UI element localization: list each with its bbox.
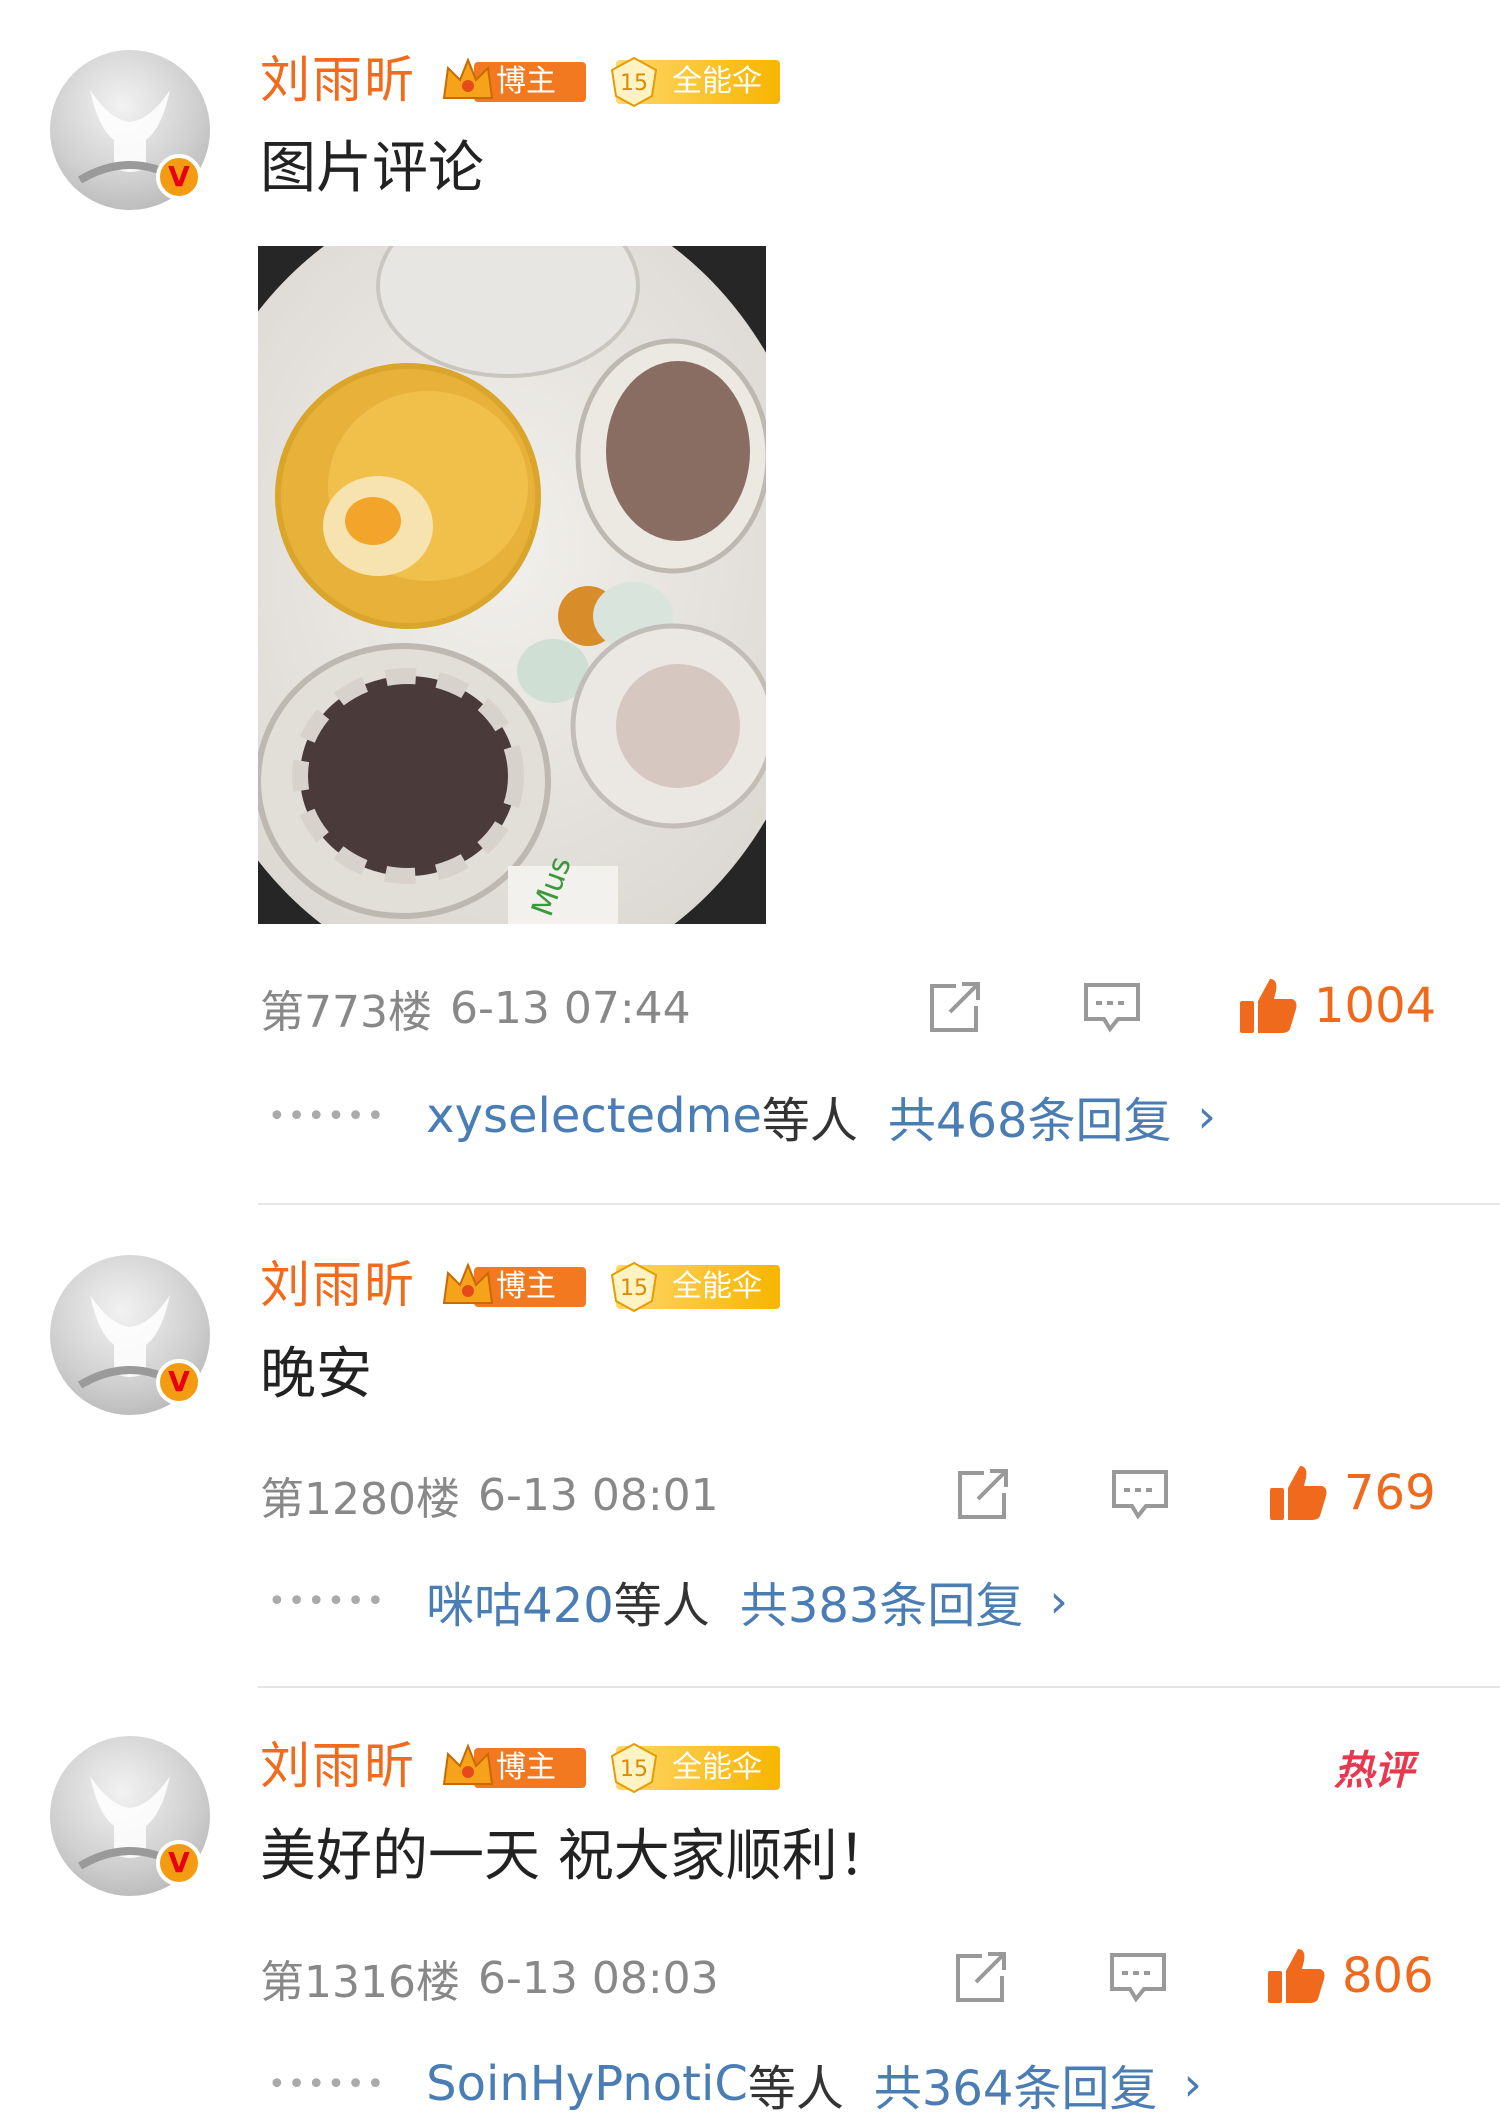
- thumbs-up-icon: [1268, 1949, 1325, 2003]
- reply-suffix: 等人: [747, 2061, 844, 2117]
- verified-badge-icon: V: [156, 1359, 202, 1405]
- like-button[interactable]: 769: [1266, 1463, 1436, 1523]
- reply-summary[interactable]: •••••• 咪咕420 等人 共383条回复 ›: [268, 1571, 1068, 1634]
- share-button[interactable]: [952, 1948, 1010, 2008]
- dots-icon: ••••••: [268, 1098, 387, 1134]
- comment-text: 图片评论: [260, 136, 484, 201]
- fan-level-badge: 15 全能伞: [604, 54, 780, 108]
- author-name[interactable]: 刘雨昕: [260, 1736, 416, 1796]
- comment-button[interactable]: [1082, 978, 1142, 1038]
- share-button[interactable]: [954, 1465, 1012, 1525]
- dots-icon: ••••••: [268, 2066, 387, 2102]
- share-icon: [958, 1469, 1008, 1519]
- share-icon: [956, 1952, 1006, 2002]
- comment-button[interactable]: [1108, 1948, 1168, 2008]
- crown-icon: [442, 1262, 494, 1304]
- reply-users[interactable]: SoinHyPnotiC: [426, 2056, 748, 2112]
- comment-icon: [1112, 1470, 1168, 1520]
- share-icon: [930, 982, 980, 1032]
- blogger-badge: 博主: [438, 54, 586, 106]
- like-button[interactable]: 806: [1264, 1946, 1434, 2006]
- share-button[interactable]: [926, 978, 984, 1038]
- like-button[interactable]: 1004: [1236, 976, 1436, 1036]
- comment-meta: 第773楼 6-13 07:44: [260, 978, 691, 1039]
- level-shield-icon: 15: [610, 56, 658, 108]
- blogger-badge: 博主: [438, 1740, 586, 1792]
- reply-suffix: 等人: [613, 1578, 710, 1634]
- reply-total[interactable]: 共364条回复: [874, 2049, 1158, 2119]
- comment-text: 晚安: [260, 1342, 372, 1407]
- like-count: 769: [1344, 1465, 1436, 1521]
- avatar[interactable]: V: [50, 1736, 210, 1896]
- chevron-right-icon: ›: [1197, 1089, 1216, 1143]
- reply-users[interactable]: xyselectedme: [426, 1088, 762, 1144]
- like-count: 806: [1342, 1948, 1434, 2004]
- reply-total[interactable]: 共468条回复: [888, 1081, 1172, 1151]
- comment-text: 美好的一天 祝大家顺利！: [260, 1824, 894, 1889]
- floor-number: 第1280楼: [260, 1474, 460, 1525]
- hot-comment-badge: 热评: [1334, 1748, 1414, 1794]
- reply-users[interactable]: 咪咕420: [426, 1566, 614, 1636]
- verified-badge-icon: V: [156, 1840, 202, 1886]
- food-photo: Mus: [258, 246, 766, 924]
- avatar[interactable]: V: [50, 1255, 210, 1415]
- level-shield-icon: 15: [610, 1742, 658, 1794]
- svg-text:15: 15: [620, 1276, 648, 1301]
- comment-time: 6-13 08:01: [477, 1469, 719, 1521]
- reply-total[interactable]: 共383条回复: [740, 1566, 1024, 1636]
- thumbs-up-icon: [1240, 979, 1297, 1033]
- divider: [258, 1203, 1500, 1205]
- comment-icon: [1084, 983, 1140, 1033]
- reply-summary[interactable]: •••••• xyselectedme 等人 共468条回复 ›: [268, 1086, 1216, 1149]
- comment-time: 6-13 08:03: [477, 1952, 719, 2004]
- dots-icon: ••••••: [268, 1583, 387, 1619]
- verified-badge-icon: V: [156, 154, 202, 200]
- crown-icon: [442, 57, 494, 99]
- comment-meta: 第1316楼 6-13 08:03: [260, 1948, 719, 2009]
- comment-image[interactable]: Mus: [258, 246, 766, 924]
- svg-text:15: 15: [620, 1757, 648, 1782]
- comment-time: 6-13 07:44: [449, 982, 691, 1034]
- chevron-right-icon: ›: [1183, 2057, 1202, 2111]
- comment-meta: 第1280楼 6-13 08:01: [260, 1465, 719, 1526]
- floor-number: 第1316楼: [260, 1957, 460, 2008]
- thumbs-up-icon: [1270, 1466, 1327, 1520]
- author-name[interactable]: 刘雨昕: [260, 1255, 416, 1315]
- crown-icon: [442, 1743, 494, 1785]
- divider: [258, 1686, 1500, 1688]
- blogger-badge: 博主: [438, 1259, 586, 1311]
- level-shield-icon: 15: [610, 1261, 658, 1313]
- author-name[interactable]: 刘雨昕: [260, 50, 416, 110]
- floor-number: 第773楼: [260, 987, 432, 1038]
- comment-button[interactable]: [1110, 1465, 1170, 1525]
- avatar[interactable]: V: [50, 50, 210, 210]
- reply-suffix: 等人: [761, 1093, 858, 1149]
- fan-level-badge: 15 全能伞: [604, 1740, 780, 1794]
- fan-level-badge: 15 全能伞: [604, 1259, 780, 1313]
- reply-summary[interactable]: •••••• SoinHyPnotiC 等人 共364条回复 ›: [268, 2054, 1202, 2117]
- svg-text:15: 15: [620, 71, 648, 96]
- chevron-right-icon: ›: [1049, 1574, 1068, 1628]
- like-count: 1004: [1314, 978, 1437, 1034]
- comment-icon: [1110, 1953, 1166, 2003]
